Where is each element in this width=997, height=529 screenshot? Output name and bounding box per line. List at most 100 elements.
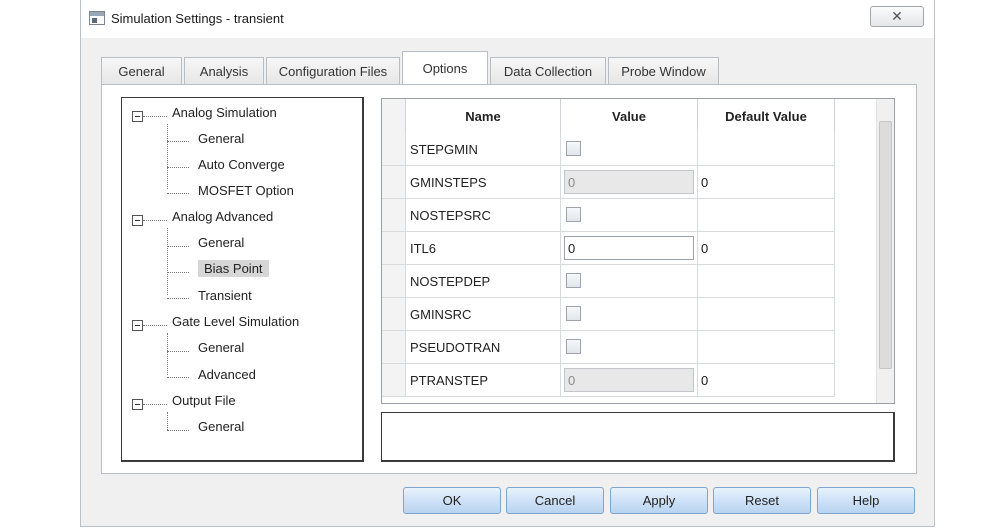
option-default: 0: [698, 364, 835, 397]
gminsteps-field: 0: [564, 170, 694, 194]
apply-button[interactable]: Apply: [610, 487, 708, 514]
option-name: PTRANSTEP: [406, 364, 561, 397]
grid-row-gminsrc: GMINSRC: [382, 298, 877, 331]
collapse-icon[interactable]: [132, 320, 143, 331]
gminsrc-checkbox[interactable]: [566, 306, 581, 321]
tree-item-bias-point[interactable]: Bias Point: [198, 260, 269, 277]
grid-row-pseudotran: PSEUDOTRAN: [382, 331, 877, 364]
option-name: PSEUDOTRAN: [406, 331, 561, 364]
collapse-icon[interactable]: [132, 399, 143, 410]
tree-group-output-file[interactable]: Output File: [172, 393, 236, 408]
collapse-icon[interactable]: [132, 215, 143, 226]
option-value: [561, 199, 698, 232]
option-default: [698, 133, 835, 166]
tree-connector: [167, 167, 189, 168]
tree-connector: [167, 298, 189, 299]
tab-strip: General Analysis Configuration Files Opt…: [101, 51, 721, 84]
tree-group-gate-level-simulation[interactable]: Gate Level Simulation: [172, 314, 299, 329]
description-box: [381, 412, 895, 462]
option-value: 0: [561, 166, 698, 199]
pseudotran-checkbox[interactable]: [566, 339, 581, 354]
row-gutter: [382, 331, 406, 364]
tree-connector: [167, 246, 189, 247]
tree-item-advanced[interactable]: Advanced: [198, 367, 256, 382]
tab-analysis[interactable]: Analysis: [184, 57, 264, 84]
option-default: [698, 298, 835, 331]
tree-connector: [143, 116, 167, 117]
tab-probe-window[interactable]: Probe Window: [608, 57, 719, 84]
title-bar: Simulation Settings - transient ✕: [81, 0, 934, 38]
tree-connector: [167, 124, 168, 189]
option-name: NOSTEPSRC: [406, 199, 561, 232]
tree-item-general[interactable]: General: [198, 131, 244, 146]
option-default: 0: [698, 166, 835, 199]
tree-group-analog-advanced[interactable]: Analog Advanced: [172, 209, 273, 224]
tree-connector: [167, 377, 189, 378]
grid-row-itl6: ITL6 0 0: [382, 232, 877, 265]
row-gutter: [382, 364, 406, 397]
row-gutter: [382, 298, 406, 331]
itl6-field[interactable]: 0: [564, 236, 694, 260]
tree-item-auto-converge[interactable]: Auto Converge: [198, 157, 285, 172]
tree-item-general[interactable]: General: [198, 340, 244, 355]
row-gutter: [382, 133, 406, 166]
scrollbar-thumb[interactable]: [879, 121, 892, 369]
tree-item-mosfet-option[interactable]: MOSFET Option: [198, 183, 294, 198]
ptranstep-field: 0: [564, 368, 694, 392]
tree-group-analog-simulation[interactable]: Analog Simulation: [172, 105, 277, 120]
tree-item-general[interactable]: General: [198, 235, 244, 250]
stepgmin-checkbox[interactable]: [566, 141, 581, 156]
tree-connector: [167, 412, 168, 430]
window-title: Simulation Settings - transient: [111, 11, 284, 26]
tab-general[interactable]: General: [101, 57, 182, 84]
settings-tree: Analog Simulation General Auto Converge …: [121, 97, 364, 462]
collapse-icon[interactable]: [132, 111, 143, 122]
option-default: [698, 331, 835, 364]
nostepdep-checkbox[interactable]: [566, 273, 581, 288]
reset-button[interactable]: Reset: [713, 487, 811, 514]
tree-connector: [167, 333, 168, 375]
cancel-button[interactable]: Cancel: [506, 487, 604, 514]
tree-connector: [167, 141, 189, 142]
close-button[interactable]: ✕: [870, 6, 924, 27]
row-gutter: [382, 232, 406, 265]
tree-item-general[interactable]: General: [198, 419, 244, 434]
window-icon: [89, 11, 105, 25]
tree-connector: [143, 325, 167, 326]
header-gutter: [382, 99, 406, 133]
option-name: GMINSRC: [406, 298, 561, 331]
options-grid: Name Value Default Value STEPGMIN GMINST…: [381, 98, 895, 404]
option-value: [561, 331, 698, 364]
option-name: STEPGMIN: [406, 133, 561, 166]
ok-button[interactable]: OK: [403, 487, 501, 514]
row-gutter: [382, 166, 406, 199]
option-value: 0: [561, 364, 698, 397]
grid-header: Name Value Default Value: [382, 99, 877, 133]
tree-connector: [143, 404, 167, 405]
header-default-value: Default Value: [698, 99, 835, 133]
tree-connector: [167, 228, 168, 295]
tree-connector: [167, 351, 189, 352]
tree-connector: [167, 193, 189, 194]
option-default: 0: [698, 232, 835, 265]
tree-connector: [167, 272, 189, 273]
option-default: [698, 199, 835, 232]
tab-data-collection[interactable]: Data Collection: [490, 57, 606, 84]
close-icon: ✕: [891, 8, 903, 24]
option-value: [561, 133, 698, 166]
option-name: ITL6: [406, 232, 561, 265]
option-name: GMINSTEPS: [406, 166, 561, 199]
tree-connector: [167, 430, 189, 431]
nostepsrc-checkbox[interactable]: [566, 207, 581, 222]
tree-item-transient[interactable]: Transient: [198, 288, 252, 303]
grid-row-gminsteps: GMINSTEPS 0 0: [382, 166, 877, 199]
help-button[interactable]: Help: [817, 487, 915, 514]
tab-options[interactable]: Options: [402, 51, 488, 84]
row-gutter: [382, 199, 406, 232]
tree-connector: [143, 220, 167, 221]
grid-scrollbar[interactable]: [876, 99, 894, 403]
tab-configuration-files[interactable]: Configuration Files: [266, 57, 400, 84]
row-gutter: [382, 265, 406, 298]
grid-row-nostepdep: NOSTEPDEP: [382, 265, 877, 298]
grid-row-stepgmin: STEPGMIN: [382, 133, 877, 166]
